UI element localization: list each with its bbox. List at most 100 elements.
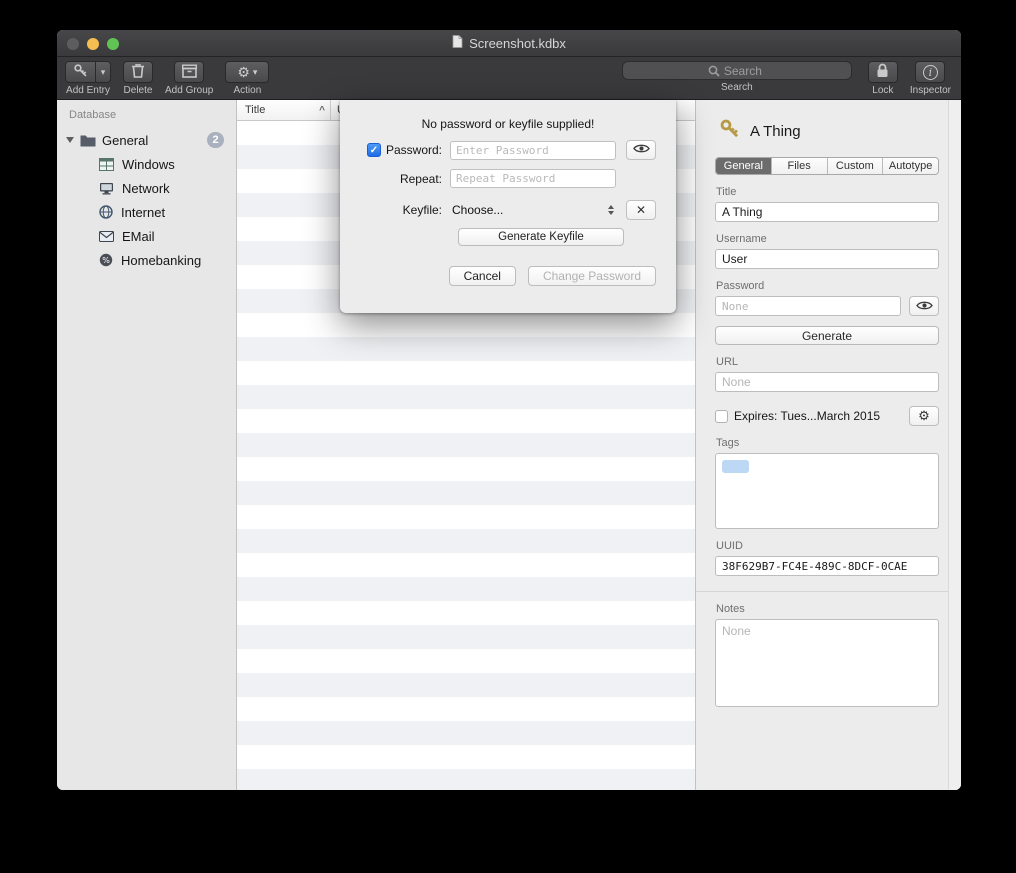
keyfile-popup-value: Choose... [452, 203, 503, 217]
window-title-text: Screenshot.kdbx [469, 36, 566, 51]
gear-icon: ⚙ [918, 408, 930, 424]
show-password-button[interactable] [909, 296, 939, 316]
lock-item: Lock [868, 61, 898, 96]
group-box-icon [182, 64, 197, 81]
expires-label: Expires: Tues...March 2015 [734, 409, 880, 423]
monitor-icon [99, 182, 114, 195]
column-title-label: Title [245, 104, 265, 116]
sidebar-item-homebanking[interactable]: % Homebanking [57, 248, 236, 272]
delete-label: Delete [124, 85, 153, 96]
add-entry-button[interactable] [65, 61, 96, 83]
sheet-keyfile-label: Keyfile: [403, 203, 442, 217]
tab-autotype[interactable]: Autotype [882, 158, 938, 174]
sidebar-item-windows[interactable]: Windows [57, 152, 236, 176]
entry-count-badge: 2 [207, 132, 224, 148]
sidebar-group-general[interactable]: General 2 [57, 128, 236, 152]
title-field-label: Title [716, 186, 939, 198]
notes-field[interactable] [715, 619, 939, 707]
disclosure-triangle-icon[interactable] [66, 137, 74, 143]
inspector-entry-header: A Thing [719, 118, 939, 144]
sheet-password-label: Password: [386, 143, 442, 157]
url-field[interactable] [715, 372, 939, 392]
generate-keyfile-button[interactable]: Generate Keyfile [458, 228, 624, 246]
add-group-label: Add Group [165, 85, 213, 96]
search-field[interactable] [622, 61, 852, 80]
notes-label: Notes [716, 603, 939, 615]
search-icon [708, 65, 720, 77]
search-label: Search [721, 82, 753, 93]
tags-label: Tags [716, 437, 939, 449]
gear-icon: ⚙ [237, 64, 250, 81]
key-icon [73, 63, 88, 81]
tags-box[interactable] [715, 453, 939, 529]
toolbar: ▾ Add Entry Delete Add Group ⚙ ▾ [57, 57, 961, 100]
uuid-field[interactable] [715, 556, 939, 576]
window-zoom-button[interactable] [107, 38, 119, 50]
sidebar-item-label: Windows [122, 157, 175, 172]
popup-updown-icon [608, 205, 614, 215]
sidebar-item-email[interactable]: EMail [57, 224, 236, 248]
tab-files[interactable]: Files [771, 158, 827, 174]
inspector-tabs: General Files Custom Autotype [715, 157, 939, 175]
eye-icon [916, 299, 933, 314]
action-item: ⚙ ▾ Action [225, 61, 269, 96]
inspector-scrollbar[interactable] [948, 100, 961, 790]
cancel-button[interactable]: Cancel [449, 266, 516, 286]
tab-general[interactable]: General [716, 158, 771, 174]
sidebar-item-internet[interactable]: Internet [57, 200, 236, 224]
sheet-show-password-button[interactable] [626, 140, 656, 160]
clear-keyfile-button[interactable]: ✕ [626, 200, 656, 220]
username-field-label: Username [716, 233, 939, 245]
username-field[interactable] [715, 249, 939, 269]
check-icon: ✓ [370, 145, 378, 156]
sheet-repeat-input[interactable] [450, 169, 616, 188]
add-group-button[interactable] [174, 61, 204, 83]
inspector-panel: A Thing General Files Custom Autotype Ti… [695, 100, 961, 790]
window-minimize-button[interactable] [87, 38, 99, 50]
column-header-title[interactable]: Title ^ [237, 104, 330, 116]
sidebar-header: Database [57, 100, 236, 128]
add-entry-dropdown[interactable]: ▾ [96, 61, 111, 83]
globe-icon [99, 205, 113, 219]
sidebar-item-label: Homebanking [121, 253, 201, 268]
password-field[interactable] [715, 296, 901, 316]
change-password-sheet: No password or keyfile supplied! ✓ Passw… [340, 100, 676, 313]
svg-text:%: % [102, 256, 110, 265]
document-icon [452, 35, 463, 51]
inspector-divider [696, 591, 961, 592]
title-field[interactable] [715, 202, 939, 222]
tab-custom[interactable]: Custom [827, 158, 883, 174]
lock-label: Lock [872, 85, 893, 96]
change-password-button[interactable]: Change Password [528, 266, 656, 286]
coin-percent-icon: % [99, 253, 113, 267]
search-item: Search [622, 61, 852, 93]
add-group-item: Add Group [165, 61, 213, 96]
tag-chip[interactable] [722, 460, 749, 473]
lock-icon [876, 63, 889, 81]
sort-ascending-icon: ^ [319, 105, 325, 116]
expires-settings-button[interactable]: ⚙ [909, 406, 939, 426]
info-icon: i [923, 65, 938, 80]
sheet-password-input[interactable] [450, 141, 616, 160]
app-window: Screenshot.kdbx ▾ Add Entry Delete [57, 30, 961, 790]
sheet-message: No password or keyfile supplied! [340, 100, 676, 131]
sidebar-item-label: Internet [121, 205, 165, 220]
close-x-icon: ✕ [636, 203, 646, 217]
lock-button[interactable] [868, 61, 898, 83]
chevron-down-icon: ▾ [101, 67, 106, 78]
sidebar: Database General 2 Windows Network [57, 100, 237, 790]
password-checkbox[interactable]: ✓ [367, 143, 381, 157]
expires-checkbox[interactable] [715, 410, 728, 423]
inspector-label: Inspector [910, 85, 951, 96]
delete-button[interactable] [123, 61, 153, 83]
window-close-button[interactable] [67, 38, 79, 50]
envelope-icon [99, 231, 114, 242]
action-label: Action [233, 85, 261, 96]
keyfile-popup[interactable]: Choose... [450, 203, 616, 217]
generate-password-button[interactable]: Generate [715, 326, 939, 345]
search-input[interactable] [724, 64, 834, 78]
inspector-button[interactable]: i [915, 61, 945, 83]
password-field-label: Password [716, 280, 939, 292]
action-button[interactable]: ⚙ ▾ [225, 61, 269, 83]
sidebar-item-network[interactable]: Network [57, 176, 236, 200]
